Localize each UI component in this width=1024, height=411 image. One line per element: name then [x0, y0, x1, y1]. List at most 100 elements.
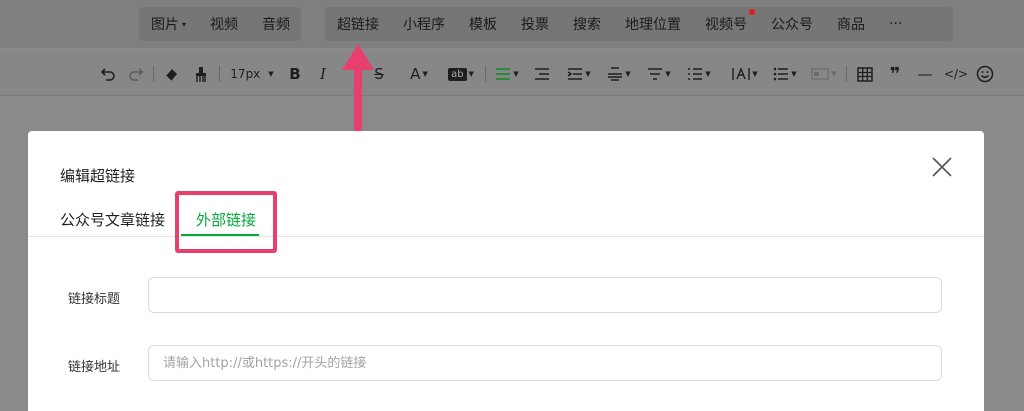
more-menu-button[interactable]: ··· — [877, 16, 914, 32]
code-button[interactable]: </> — [944, 62, 968, 86]
line-spacing-icon — [608, 67, 623, 81]
list-indent-icon — [688, 68, 703, 80]
paragraph-indent-button[interactable]: ▼ — [564, 62, 594, 86]
menu-item-template[interactable]: 模板 — [457, 14, 509, 34]
caret-down-icon: ▼ — [705, 70, 711, 78]
font-color-button[interactable]: A ▼ — [404, 62, 434, 86]
menu-item-location[interactable]: 地理位置 — [613, 14, 693, 34]
caret-down-icon: ▼ — [791, 70, 797, 78]
menu-item-label: 小程序 — [403, 17, 445, 33]
format-painter-button[interactable] — [190, 62, 212, 86]
annotation-highlight-box — [175, 191, 277, 253]
menu-item-channels[interactable]: 视频号 — [693, 9, 759, 34]
notification-dot — [749, 9, 755, 15]
close-icon — [932, 157, 952, 177]
undo-button[interactable] — [98, 62, 118, 86]
letter-spacing-icon — [732, 67, 750, 80]
indent-button[interactable] — [532, 62, 552, 86]
menu-item-label: 视频号 — [705, 17, 747, 33]
redo-icon — [129, 68, 144, 81]
dialog-title: 编辑超链接 — [60, 167, 136, 185]
menu-item-label: 投票 — [521, 17, 549, 33]
link-title-input[interactable] — [148, 277, 942, 313]
background-color-icon: ab — [448, 67, 467, 81]
card-style-button[interactable]: ▼ — [808, 62, 840, 86]
more-icon: ··· — [889, 16, 903, 32]
toolbar-divider — [153, 66, 154, 82]
redo-button[interactable] — [126, 62, 146, 86]
menu-item-audio[interactable]: 音频 — [250, 14, 302, 34]
caret-down-icon: ▼ — [585, 70, 591, 78]
align-left-button[interactable]: ▼ — [493, 62, 521, 86]
format-painter-icon — [196, 66, 206, 82]
menu-item-hyperlink[interactable]: 超链接 — [325, 14, 391, 34]
emoji-icon — [976, 65, 994, 83]
caret-down-icon: ▼ — [625, 70, 631, 78]
card-style-icon — [811, 68, 829, 80]
letter-spacing-button[interactable]: ▼ — [728, 62, 762, 86]
menu-item-label: 模板 — [469, 17, 497, 33]
menu-item-label: 视频 — [210, 17, 239, 33]
quote-button[interactable]: ❞ — [885, 62, 905, 86]
menu-item-label: 图片 — [151, 17, 179, 33]
toolbar-divider — [485, 66, 486, 82]
caret-down-icon: ▼ — [831, 70, 837, 78]
bullet-list-icon — [773, 67, 789, 81]
format-toolbar: 17px ▼ B I S A ▼ ab ▼ ▼ ▼ ▼ ▼ ▼ ▼ ▼ ▼ ❞ … — [0, 52, 1024, 96]
line-spacing-button[interactable]: ▼ — [604, 62, 634, 86]
clear-format-button[interactable] — [160, 62, 182, 86]
toolbar-divider — [846, 66, 847, 82]
caret-down-icon: ▼ — [268, 70, 274, 78]
link-url-input[interactable] — [148, 345, 942, 381]
quote-icon: ❞ — [889, 63, 901, 85]
undo-icon — [100, 68, 115, 81]
menu-item-official-account[interactable]: 公众号 — [759, 14, 825, 34]
emoji-button[interactable] — [975, 62, 995, 86]
link-type-tabs: 公众号文章链接 外部链接 — [28, 201, 984, 237]
italic-icon: I — [320, 65, 326, 83]
menu-item-vote[interactable]: 投票 — [509, 14, 561, 34]
background-color-button[interactable]: ab ▼ — [444, 62, 478, 86]
code-icon: </> — [943, 67, 969, 81]
menu-item-label: 搜索 — [573, 17, 601, 33]
list-indent-button[interactable]: ▼ — [684, 62, 714, 86]
caret-down-icon: ▼ — [752, 70, 758, 78]
font-color-icon: A — [410, 65, 421, 83]
horizontal-rule-icon: — — [917, 65, 933, 83]
toolbar-divider — [219, 66, 220, 82]
menu-item-image[interactable]: 图片 ▾ — [139, 14, 198, 34]
media-menu-group: 图片 ▾ 视频 音频 — [139, 7, 301, 41]
menu-item-video[interactable]: 视频 — [198, 14, 250, 34]
font-size-value: 17px — [230, 67, 261, 81]
align-left-icon — [496, 68, 511, 80]
menu-item-product[interactable]: 商品 — [825, 14, 877, 34]
insert-table-button[interactable] — [855, 62, 875, 86]
close-button[interactable] — [931, 156, 953, 178]
indent-icon — [535, 68, 549, 80]
bold-icon: B — [289, 65, 301, 83]
caret-down-icon: ▼ — [468, 70, 474, 78]
insert-menu-bar: 图片 ▾ 视频 音频 超链接 小程序 模板 投票 搜索 地理位置 视频号 公众号… — [0, 0, 1024, 48]
bold-button[interactable]: B — [286, 62, 304, 86]
bullet-list-button[interactable]: ▼ — [770, 62, 800, 86]
menu-item-label: 地理位置 — [625, 17, 681, 33]
italic-button[interactable]: I — [314, 62, 332, 86]
font-size-select[interactable]: 17px ▼ — [228, 62, 276, 86]
edit-hyperlink-dialog: 编辑超链接 公众号文章链接 外部链接 链接标题 链接地址 — [28, 131, 984, 411]
paragraph-indent-icon — [567, 68, 583, 80]
caret-down-icon: ▼ — [665, 70, 671, 78]
caret-down-icon: ▼ — [513, 70, 519, 78]
insert-menu-group: 超链接 小程序 模板 投票 搜索 地理位置 视频号 公众号 商品 ··· — [325, 7, 953, 41]
paragraph-spacing-button[interactable]: ▼ — [644, 62, 674, 86]
menu-item-label: 超链接 — [337, 17, 379, 33]
menu-item-miniprogram[interactable]: 小程序 — [391, 14, 457, 34]
link-title-label: 链接标题 — [68, 292, 121, 307]
link-url-label: 链接地址 — [68, 360, 121, 375]
menu-item-search[interactable]: 搜索 — [561, 14, 613, 34]
caret-down-icon: ▼ — [422, 70, 428, 78]
divider-button[interactable]: — — [915, 62, 935, 86]
eraser-icon — [165, 68, 177, 81]
menu-item-label: 公众号 — [771, 17, 813, 33]
tab-article-link[interactable]: 公众号文章链接 — [60, 209, 165, 230]
caret-down-icon: ▾ — [182, 19, 187, 29]
